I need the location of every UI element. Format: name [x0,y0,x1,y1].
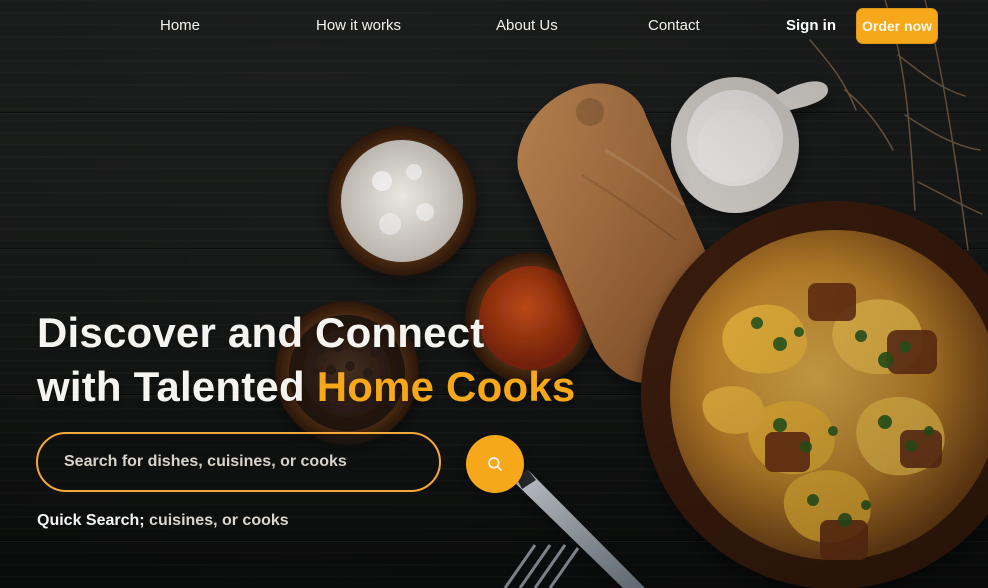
search-icon [488,457,502,471]
nav-link-about-us[interactable]: About Us [496,17,558,34]
sign-in-link[interactable]: Sign in [786,17,836,34]
background-overlay [0,0,988,588]
quick-search-text: Quick Search; cuisines, or cooks [37,512,289,530]
food-hero-image [275,0,988,588]
order-now-button[interactable]: Order now [856,8,938,44]
nav-link-how-it-works[interactable]: How it works [316,17,401,34]
search-input[interactable] [38,434,439,490]
search-field-container [36,432,441,492]
search-button[interactable] [466,435,524,493]
hero-title-accent: Home Cooks [316,363,576,411]
hero-title-line-2-prefix: with Talented [37,363,317,411]
nav-link-contact[interactable]: Contact [648,17,700,34]
nav-link-home[interactable]: Home [160,17,200,34]
quick-search-options: cuisines, or cooks [144,512,289,529]
hero-title: Discover and Connect with Talented Home … [37,306,657,414]
landing-page: Home How it works About Us Contact Sign … [0,0,988,588]
hero-title-line-1: Discover and Connect [37,309,485,357]
top-navigation: Home How it works About Us Contact Sign … [0,0,988,54]
quick-search-label: Quick Search; [37,512,145,529]
